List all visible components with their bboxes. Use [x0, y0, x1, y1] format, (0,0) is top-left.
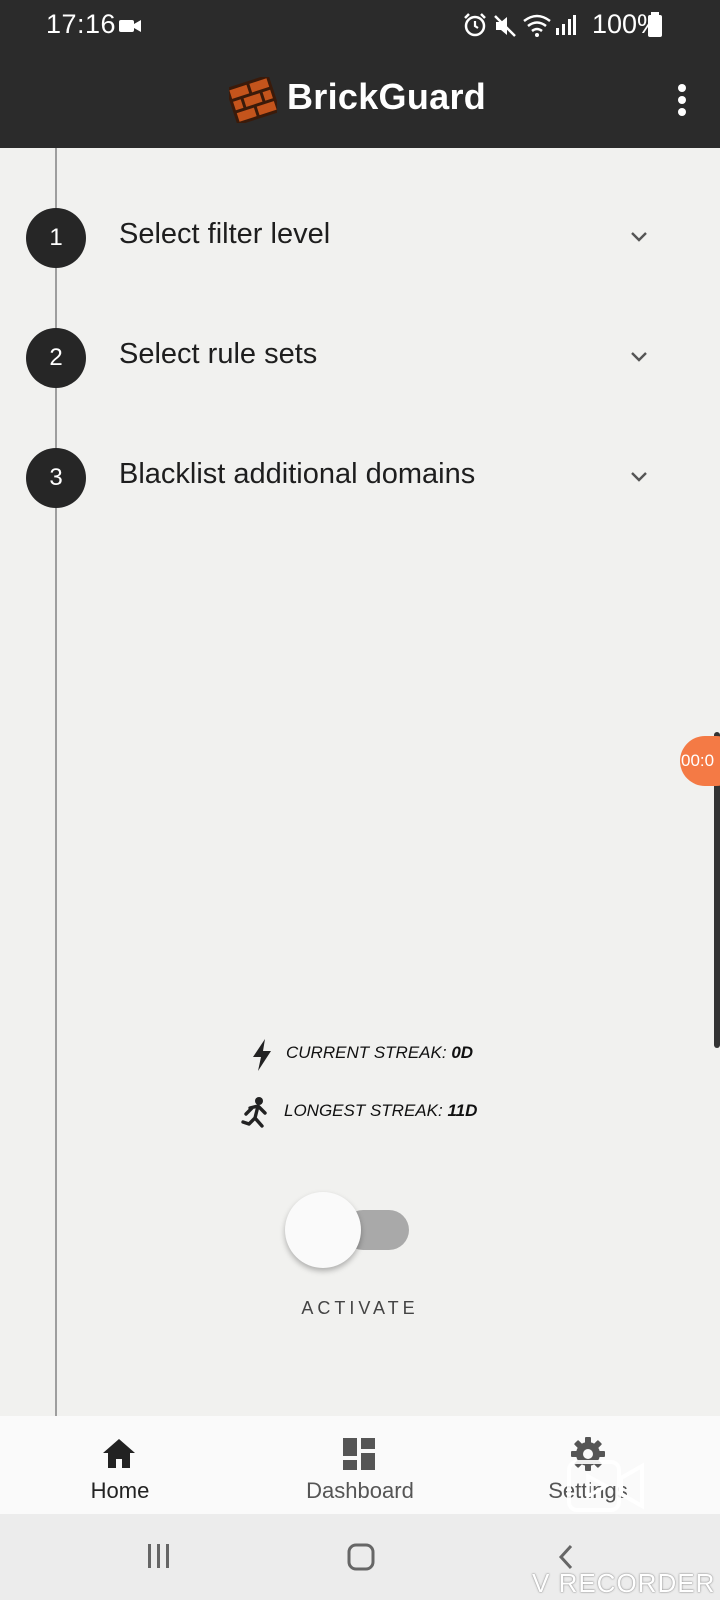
recorder-watermark-text: V RECORDER	[532, 1568, 716, 1598]
nav-label: Dashboard	[306, 1478, 414, 1503]
status-time: 17:16	[46, 9, 117, 39]
dashboard-icon	[343, 1438, 375, 1470]
step-number-badge: 2	[26, 328, 86, 388]
video-camera-icon	[119, 20, 141, 32]
step-select-filter-level[interactable]: 1 Select filter level	[0, 198, 720, 278]
brand-title: BrickGuard	[287, 76, 487, 117]
nav-dashboard[interactable]: Dashboard	[240, 1416, 480, 1514]
alarm-icon	[464, 13, 486, 37]
chevron-down-icon[interactable]	[628, 466, 650, 488]
chevron-down-icon[interactable]	[628, 346, 650, 368]
longest-streak-text: LONGEST STREAK: 11D	[284, 1101, 477, 1121]
brick-wall-icon	[229, 77, 277, 123]
activate-toggle[interactable]	[283, 1190, 413, 1274]
current-streak-value: 0D	[451, 1043, 474, 1062]
running-person-icon	[241, 1097, 267, 1128]
current-streak-row: CURRENT STREAK: 0D	[0, 1039, 720, 1092]
wifi-icon	[523, 14, 551, 37]
current-streak-label: CURRENT STREAK:	[286, 1043, 447, 1062]
lightning-icon	[253, 1039, 271, 1071]
step-blacklist-domains[interactable]: 3 Blacklist additional domains	[0, 438, 720, 518]
current-streak-text: CURRENT STREAK: 0D	[286, 1043, 473, 1063]
signal-icon	[556, 15, 576, 35]
step-label: Blacklist additional domains	[119, 458, 476, 490]
step-number-badge: 1	[26, 208, 86, 268]
longest-streak-row: LONGEST STREAK: 11D	[0, 1097, 720, 1150]
battery-icon	[648, 12, 662, 37]
home-icon	[103, 1439, 135, 1468]
recorder-bubble[interactable]: 00:0	[680, 736, 720, 786]
chevron-down-icon[interactable]	[628, 226, 650, 248]
longest-streak-value: 11D	[447, 1101, 478, 1120]
step-select-rule-sets[interactable]: 2 Select rule sets	[0, 318, 720, 398]
video-recorder-watermark-icon	[567, 1460, 644, 1512]
nav-label: Home	[90, 1478, 150, 1503]
home-button-icon[interactable]	[346, 1542, 376, 1572]
longest-streak-label: LONGEST STREAK:	[284, 1101, 443, 1120]
mute-icon	[494, 15, 516, 37]
toggle-thumb[interactable]	[285, 1192, 361, 1268]
more-vert-icon	[678, 84, 686, 116]
step-label: Select rule sets	[119, 338, 318, 370]
step-label: Select filter level	[119, 218, 331, 250]
nav-home[interactable]: Home	[0, 1416, 240, 1514]
activate-label: ACTIVATE	[301, 1298, 419, 1318]
app-bar: BrickGuard	[0, 52, 720, 148]
more-options-button[interactable]	[662, 80, 702, 120]
status-bar: 17:16 100%	[0, 0, 720, 52]
step-number-badge: 3	[26, 448, 86, 508]
recent-apps-icon[interactable]	[146, 1542, 172, 1570]
